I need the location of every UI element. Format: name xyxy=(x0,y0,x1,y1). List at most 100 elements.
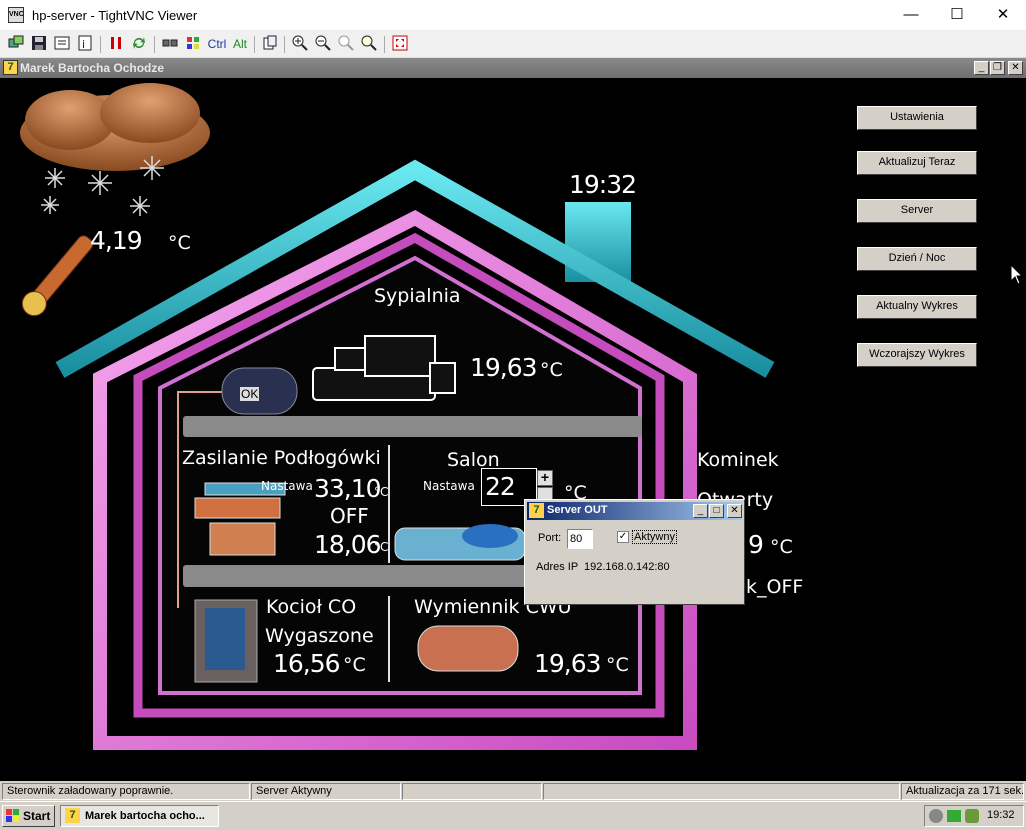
ip-value: 192.168.0.142:80 xyxy=(584,561,670,573)
fireplace-temp-unit: °C xyxy=(770,536,793,558)
toolbar-separator xyxy=(384,36,385,53)
current-chart-button[interactable]: Aktualny Wykres xyxy=(857,295,977,319)
update-now-button[interactable]: Aktualizuj Teraz xyxy=(857,151,977,175)
status-cell-empty xyxy=(543,783,900,800)
zoom-out-icon[interactable] xyxy=(313,35,333,54)
boiler-temp-unit: °C xyxy=(343,654,366,676)
info-icon[interactable]: i xyxy=(75,35,95,54)
clipboard-icon[interactable] xyxy=(260,35,280,54)
save-icon[interactable] xyxy=(29,35,49,54)
server-button[interactable]: Server xyxy=(857,199,977,223)
fireplace-status: k_OFF xyxy=(746,576,804,598)
tray-network-icon[interactable] xyxy=(929,809,943,823)
new-connection-icon[interactable] xyxy=(6,35,26,54)
bedroom-temperature: 19,63 xyxy=(470,353,538,382)
close-button[interactable]: ✕ xyxy=(980,0,1026,31)
viewer-titlebar: VNC hp-server - TightVNC Viewer — ☐ ✕ xyxy=(0,0,1026,31)
dialog-caption: 7 Server OUT _ □ ✕ xyxy=(527,502,742,520)
update-countdown: Aktualizacja za 171 sek. xyxy=(901,783,1024,800)
tank-status: OK xyxy=(240,387,260,401)
boiler-label: Kocioł CO xyxy=(266,596,357,618)
dialog-minimize-button[interactable]: _ xyxy=(693,504,708,518)
app-close-button[interactable]: ✕ xyxy=(1008,61,1023,75)
tray-clock: 19:32 xyxy=(987,809,1015,821)
yesterday-chart-button[interactable]: Wczorajszy Wykres xyxy=(857,343,977,367)
tray-app-icon[interactable] xyxy=(965,809,979,823)
dialog-logo-icon: 7 xyxy=(529,503,544,518)
house-graphic xyxy=(20,83,775,750)
dialog-title: Server OUT xyxy=(547,504,608,516)
taskbar: Start 7 Marek bartocha ocho... 19:32 xyxy=(0,801,1026,830)
app-restore-button[interactable]: ❐ xyxy=(990,61,1005,75)
day-night-button[interactable]: Dzień / Noc xyxy=(857,247,977,271)
port-label: Port: xyxy=(538,532,562,544)
ip-label: Adres IP xyxy=(536,561,579,573)
mouse-cursor-icon xyxy=(1010,264,1024,285)
taskbar-app-label: Marek bartocha ocho... xyxy=(85,810,205,822)
salon-setpoint-label: Nastawa xyxy=(423,479,475,493)
viewer-toolbar: i Ctrl Alt xyxy=(0,31,1026,58)
floor-setpoint-label: Nastawa xyxy=(261,479,313,493)
boiler-temperature: 16,56 xyxy=(273,649,341,678)
windows-logo-icon xyxy=(6,809,19,822)
vnc-app-icon: VNC xyxy=(8,7,24,23)
fireplace-temperature: 9 xyxy=(748,530,764,559)
active-label[interactable]: Aktywny xyxy=(632,530,677,544)
floor-temp-unit: °C xyxy=(374,540,389,554)
server-out-dialog: 7 Server OUT _ □ ✕ Port: 80 ✓ Aktywny Ad… xyxy=(524,499,745,605)
dialog-maximize-button[interactable]: □ xyxy=(709,504,724,518)
send-ctrl-esc-icon[interactable] xyxy=(183,35,203,54)
app-titlebar: 7 Marek Bartocha Ochodze _ ❐ ✕ xyxy=(0,58,1026,78)
salon-increase-button[interactable]: + xyxy=(537,470,553,486)
status-message: Sterownik załadowany poprawnie. xyxy=(2,783,250,800)
clock: 19:32 xyxy=(569,170,637,199)
app-title: Marek Bartocha Ochodze xyxy=(20,61,165,75)
exchanger-temp-unit: °C xyxy=(606,654,629,676)
port-input[interactable]: 80 xyxy=(567,529,593,549)
zoom-in-icon[interactable] xyxy=(290,35,310,54)
toolbar-separator xyxy=(284,36,285,53)
floor-setpoint-unit: °C xyxy=(374,485,389,499)
refresh-icon[interactable] xyxy=(129,35,149,54)
zoom-auto-icon[interactable] xyxy=(359,35,379,54)
ctrl-toggle[interactable]: Ctrl xyxy=(205,35,229,54)
settings-button[interactable]: Ustawienia xyxy=(857,106,977,130)
svg-text:i: i xyxy=(82,38,85,51)
fireplace-label: Kominek xyxy=(697,449,779,471)
app-minimize-button[interactable]: _ xyxy=(974,61,989,75)
floor-setpoint-value[interactable]: 33,10 xyxy=(314,474,382,503)
app-logo-icon: 7 xyxy=(3,60,18,75)
tray-lock-icon[interactable] xyxy=(947,810,961,822)
toolbar-separator xyxy=(100,36,101,53)
status-bar: Sterownik załadowany poprawnie. Server A… xyxy=(0,781,1026,801)
minimize-button[interactable]: — xyxy=(888,0,934,31)
active-checkbox[interactable]: ✓ xyxy=(617,531,629,543)
taskbar-app-button[interactable]: 7 Marek bartocha ocho... xyxy=(60,805,219,827)
options-icon[interactable] xyxy=(52,35,72,54)
boiler-state: Wygaszone xyxy=(265,625,374,647)
fullscreen-icon[interactable] xyxy=(390,35,410,54)
bedroom-temp-unit: °C xyxy=(540,359,563,381)
floor-temperature: 18,06 xyxy=(314,530,382,559)
floor-heating-state: OFF xyxy=(330,504,369,528)
system-tray: 19:32 xyxy=(924,805,1024,827)
status-cell-empty xyxy=(402,783,542,800)
toolbar-separator xyxy=(254,36,255,53)
ctrl-alt-del-icon[interactable] xyxy=(160,35,180,54)
outside-temp-unit: °C xyxy=(168,232,191,254)
window-title: hp-server - TightVNC Viewer xyxy=(32,8,198,23)
bedroom-label: Sypialnia xyxy=(374,285,461,307)
taskbar-app-icon: 7 xyxy=(65,808,80,823)
maximize-button[interactable]: ☐ xyxy=(934,0,980,31)
start-label: Start xyxy=(23,809,51,823)
zoom-100-icon[interactable] xyxy=(336,35,356,54)
start-button[interactable]: Start xyxy=(2,805,55,827)
dialog-close-button[interactable]: ✕ xyxy=(727,504,742,518)
toolbar-separator xyxy=(154,36,155,53)
pause-icon[interactable] xyxy=(106,35,126,54)
exchanger-temperature: 19,63 xyxy=(534,649,602,678)
server-status: Server Aktywny xyxy=(251,783,401,800)
alt-toggle[interactable]: Alt xyxy=(230,35,250,54)
floor-heating-label: Zasilanie Podłogówki xyxy=(182,447,381,469)
outside-temperature: 4,19 xyxy=(90,226,143,255)
